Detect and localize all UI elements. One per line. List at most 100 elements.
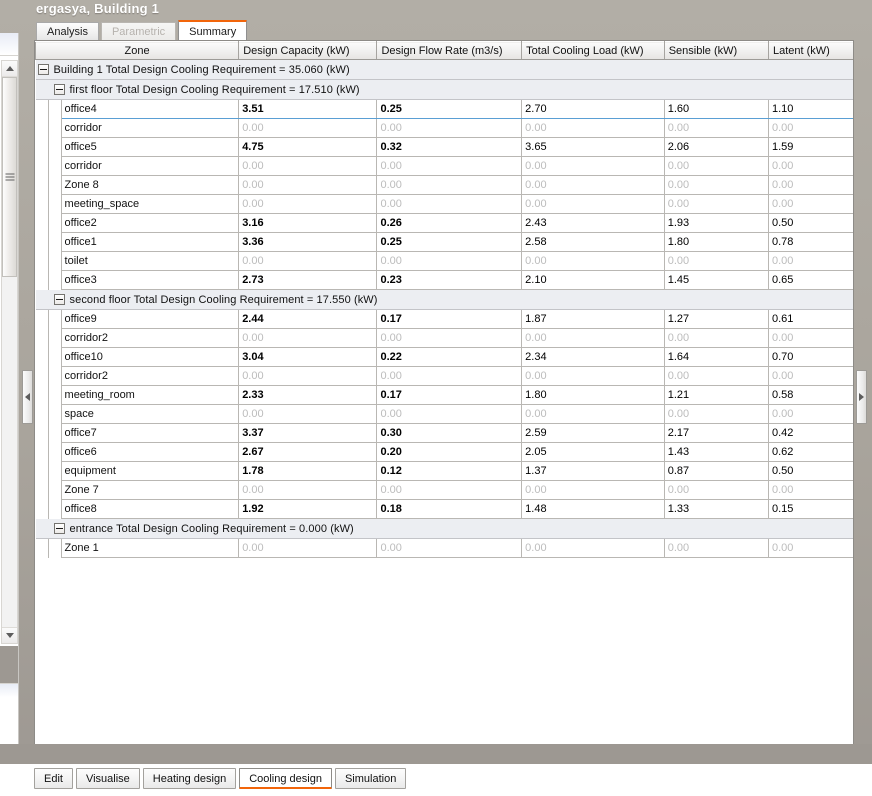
column-header-zone[interactable]: Zone <box>35 41 240 60</box>
cell-zone[interactable]: office6 <box>61 442 240 462</box>
collapse-expander-icon[interactable] <box>53 84 65 95</box>
cell-design-capacity[interactable]: 0.00 <box>238 156 378 176</box>
cell-sensible[interactable]: 0.00 <box>664 175 769 195</box>
cell-design-flow-rate[interactable]: 0.30 <box>376 423 523 443</box>
cell-design-capacity[interactable]: 1.78 <box>238 461 378 481</box>
cell-latent[interactable]: 0.00 <box>768 118 853 138</box>
cell-total-cooling-load[interactable]: 0.00 <box>521 404 665 424</box>
cell-zone[interactable]: office3 <box>61 270 240 290</box>
cell-total-cooling-load[interactable]: 0.00 <box>521 156 665 176</box>
cell-zone[interactable]: meeting_space <box>61 194 240 214</box>
cell-design-flow-rate[interactable]: 0.00 <box>376 118 523 138</box>
cell-sensible[interactable]: 1.33 <box>664 499 769 519</box>
table-row[interactable]: equipment1.780.121.370.870.5026.0 <box>35 461 853 481</box>
group-header-row[interactable]: Building 1 Total Design Cooling Requirem… <box>35 59 853 80</box>
cell-latent[interactable]: 0.70 <box>768 347 853 367</box>
cell-design-flow-rate[interactable]: 0.17 <box>376 309 523 329</box>
cell-design-capacity[interactable]: 0.00 <box>238 175 378 195</box>
cell-sensible[interactable]: 0.00 <box>664 156 769 176</box>
cell-design-capacity[interactable]: 0.00 <box>238 480 378 500</box>
cell-design-flow-rate[interactable]: 0.25 <box>376 99 523 119</box>
cell-sensible[interactable]: 0.00 <box>664 118 769 138</box>
cell-design-flow-rate[interactable]: 0.00 <box>376 404 523 424</box>
group-header-row[interactable]: entrance Total Design Cooling Requiremen… <box>35 518 853 539</box>
cell-sensible[interactable]: 0.87 <box>664 461 769 481</box>
cell-design-capacity[interactable]: 2.73 <box>238 270 378 290</box>
cell-sensible[interactable]: 1.43 <box>664 442 769 462</box>
cell-total-cooling-load[interactable]: 0.00 <box>521 251 665 271</box>
cell-design-capacity[interactable]: 2.67 <box>238 442 378 462</box>
table-row[interactable]: toilet0.000.000.000.000.00- <box>35 251 853 271</box>
cell-total-cooling-load[interactable]: 0.00 <box>521 366 665 386</box>
cell-design-flow-rate[interactable]: 0.23 <box>376 270 523 290</box>
collapse-expander-icon[interactable] <box>37 64 49 75</box>
cell-latent[interactable]: 0.00 <box>768 194 853 214</box>
cell-total-cooling-load[interactable]: 0.00 <box>521 480 665 500</box>
tab-analysis[interactable]: Analysis <box>36 22 99 41</box>
cell-design-flow-rate[interactable]: 0.17 <box>376 385 523 405</box>
table-row[interactable]: corridor20.000.000.000.000.00- <box>35 328 853 348</box>
cell-latent[interactable]: 0.00 <box>768 156 853 176</box>
column-header-design-flow-rate[interactable]: Design Flow Rate (m3/s) <box>376 41 523 60</box>
cell-design-flow-rate[interactable]: 0.18 <box>376 499 523 519</box>
left-splitter-collapse-handle[interactable] <box>22 370 33 424</box>
cell-latent[interactable]: 0.00 <box>768 366 853 386</box>
cell-latent[interactable]: 0.00 <box>768 404 853 424</box>
cell-total-cooling-load[interactable]: 1.80 <box>521 385 665 405</box>
cell-sensible[interactable]: 1.27 <box>664 309 769 329</box>
cell-latent[interactable]: 1.10 <box>768 99 853 119</box>
tab-summary[interactable]: Summary <box>178 20 248 41</box>
cell-latent[interactable]: 0.00 <box>768 251 853 271</box>
cell-total-cooling-load[interactable]: 2.70 <box>521 99 665 119</box>
table-row[interactable]: corridor0.000.000.000.000.00- <box>35 118 853 138</box>
table-row[interactable]: meeting_space0.000.000.000.000.00- <box>35 194 853 214</box>
cell-total-cooling-load[interactable]: 2.34 <box>521 347 665 367</box>
cell-design-capacity[interactable]: 0.00 <box>238 538 378 558</box>
cell-zone[interactable]: office1 <box>61 232 240 252</box>
cell-sensible[interactable]: 2.17 <box>664 423 769 443</box>
cell-design-flow-rate[interactable]: 0.20 <box>376 442 523 462</box>
cell-total-cooling-load[interactable]: 1.37 <box>521 461 665 481</box>
table-row[interactable]: meeting_room2.330.171.801.210.5826.0 <box>35 385 853 405</box>
cell-latent[interactable]: 0.50 <box>768 213 853 233</box>
table-row[interactable]: office43.510.252.701.601.1025.0 <box>35 99 853 119</box>
cell-total-cooling-load[interactable]: 2.43 <box>521 213 665 233</box>
cell-latent[interactable]: 0.65 <box>768 270 853 290</box>
column-header-latent[interactable]: Latent (kW) <box>768 41 853 60</box>
cell-design-capacity[interactable]: 3.37 <box>238 423 378 443</box>
cell-design-flow-rate[interactable]: 0.26 <box>376 213 523 233</box>
cell-sensible[interactable]: 0.00 <box>664 328 769 348</box>
cell-sensible[interactable]: 1.21 <box>664 385 769 405</box>
cell-design-capacity[interactable]: 3.51 <box>238 99 378 119</box>
cell-design-capacity[interactable]: 0.00 <box>238 366 378 386</box>
column-header-sensible[interactable]: Sensible (kW) <box>664 41 769 60</box>
cell-zone[interactable]: office10 <box>61 347 240 367</box>
cell-total-cooling-load[interactable]: 1.87 <box>521 309 665 329</box>
cell-design-flow-rate[interactable]: 0.12 <box>376 461 523 481</box>
tab-visualise[interactable]: Visualise <box>75 768 140 789</box>
cell-latent[interactable]: 0.61 <box>768 309 853 329</box>
cell-sensible[interactable]: 0.00 <box>664 538 769 558</box>
table-row[interactable]: office32.730.232.101.450.6525.0 <box>35 270 853 290</box>
cell-zone[interactable]: Zone 1 <box>61 538 240 558</box>
cell-design-flow-rate[interactable]: 0.25 <box>376 232 523 252</box>
left-panel-vertical-scrollbar[interactable] <box>1 60 18 644</box>
cell-zone[interactable]: office4 <box>60 99 240 119</box>
cell-latent[interactable]: 0.58 <box>768 385 853 405</box>
scroll-up-arrow-icon[interactable] <box>2 61 17 77</box>
cell-latent[interactable]: 0.42 <box>768 423 853 443</box>
cell-design-flow-rate[interactable]: 0.00 <box>376 251 523 271</box>
cell-latent[interactable]: 0.00 <box>768 538 853 558</box>
table-row[interactable]: office81.920.181.481.330.1526.0 <box>35 499 853 519</box>
cell-latent[interactable]: 0.15 <box>768 499 853 519</box>
summary-grid-container[interactable]: Zone Design Capacity (kW) Design Flow Ra… <box>35 41 853 744</box>
cell-zone[interactable]: equipment <box>61 461 240 481</box>
cell-design-capacity[interactable]: 3.16 <box>238 213 378 233</box>
cell-latent[interactable]: 0.00 <box>768 328 853 348</box>
cell-latent[interactable]: 0.00 <box>768 480 853 500</box>
cell-sensible[interactable]: 1.93 <box>664 213 769 233</box>
group-header-row[interactable]: first floor Total Design Cooling Require… <box>35 79 853 100</box>
collapse-expander-icon[interactable] <box>53 294 65 305</box>
cell-zone[interactable]: meeting_room <box>61 385 240 405</box>
table-row[interactable]: office54.750.323.652.061.5925.0 <box>35 137 853 157</box>
